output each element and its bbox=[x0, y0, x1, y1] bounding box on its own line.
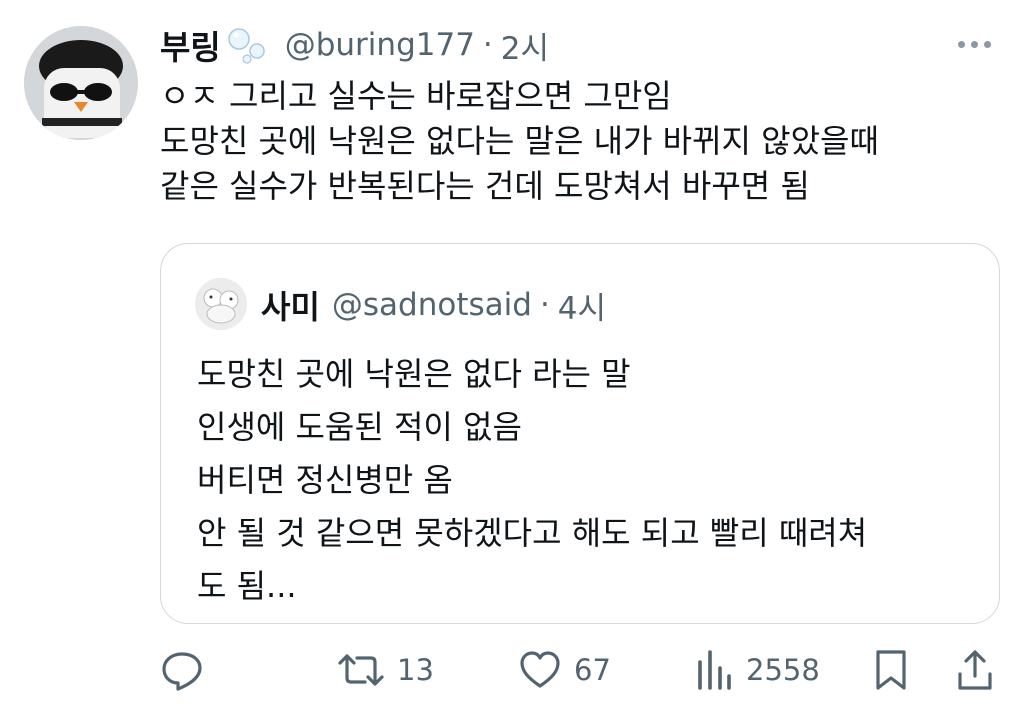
quoted-author-name: 사미 bbox=[261, 288, 320, 326]
author-handle[interactable]: @buring177 bbox=[285, 27, 475, 63]
bookmark-button[interactable] bbox=[872, 642, 910, 698]
author-avatar[interactable] bbox=[24, 26, 138, 140]
tweet-action-bar: 13 67 2558 bbox=[0, 642, 1024, 698]
reply-icon bbox=[162, 652, 202, 691]
separator-dot: · bbox=[539, 287, 550, 323]
views-button[interactable]: 2558 bbox=[694, 642, 820, 698]
separator-dot: · bbox=[482, 27, 493, 63]
like-count: 67 bbox=[574, 653, 611, 687]
share-button[interactable] bbox=[955, 642, 995, 698]
quoted-author-avatar bbox=[195, 278, 247, 330]
tweet-text-line: ㅇㅈ 그리고 실수는 바로잡으면 그만임 bbox=[160, 77, 672, 115]
share-icon bbox=[958, 650, 992, 690]
retweet-button[interactable]: 13 bbox=[337, 642, 434, 698]
view-count: 2558 bbox=[746, 653, 820, 687]
more-button[interactable] bbox=[958, 30, 998, 58]
like-button[interactable]: 67 bbox=[518, 642, 611, 698]
heart-icon bbox=[520, 651, 560, 688]
quoted-tweet-card[interactable]: 사미 @sadnotsaid · 4시 도망친 곳에 낙원은 없다 라는 말 인… bbox=[160, 243, 1000, 624]
retweet-icon bbox=[338, 654, 384, 686]
quoted-text-line: 도망친 곳에 낙원은 없다 라는 말 bbox=[197, 355, 631, 393]
quoted-text-line: 안 될 것 같으면 못하겠다고 해도 되고 빨리 때려쳐 bbox=[197, 514, 868, 552]
quoted-tweet-header: 사미 @sadnotsaid · 4시 bbox=[261, 282, 606, 328]
tweet-header: 부링 @buring177 · 2시 bbox=[160, 22, 549, 68]
avatar-image bbox=[24, 26, 138, 140]
bookmark-icon bbox=[876, 650, 906, 690]
tweet-text: ㅇㅈ 그리고 실수는 바로잡으면 그만임 도망친 곳에 낙원은 없다는 말은 내… bbox=[160, 74, 1010, 209]
quoted-text-line: 도 됨... bbox=[197, 567, 297, 605]
tweet-text-line: 도망친 곳에 낙원은 없다는 말은 내가 바뀌지 않았을때 bbox=[160, 122, 879, 160]
reply-button[interactable] bbox=[160, 642, 216, 698]
views-chart-icon bbox=[698, 650, 731, 690]
bubbles-emoji-icon bbox=[225, 25, 271, 65]
tweet-timestamp[interactable]: 2시 bbox=[501, 23, 549, 68]
quoted-author-handle: @sadnotsaid bbox=[331, 287, 532, 323]
quoted-text-line: 버티면 정신병만 옴 bbox=[197, 461, 453, 499]
quoted-tweet-timestamp: 4시 bbox=[557, 290, 607, 327]
quoted-text-line: 인생에 도움된 적이 없음 bbox=[197, 408, 522, 446]
tweet-text-line: 같은 실수가 반복된다는 건데 도망쳐서 바꾸면 됨 bbox=[160, 167, 810, 205]
more-dots-icon bbox=[958, 40, 965, 48]
quoted-tweet-text: 도망친 곳에 낙원은 없다 라는 말 인생에 도움된 적이 없음 버티면 정신병… bbox=[197, 348, 987, 613]
author-name[interactable]: 부링 bbox=[160, 21, 221, 69]
quoted-avatar-image bbox=[195, 278, 247, 330]
retweet-count: 13 bbox=[397, 653, 434, 687]
